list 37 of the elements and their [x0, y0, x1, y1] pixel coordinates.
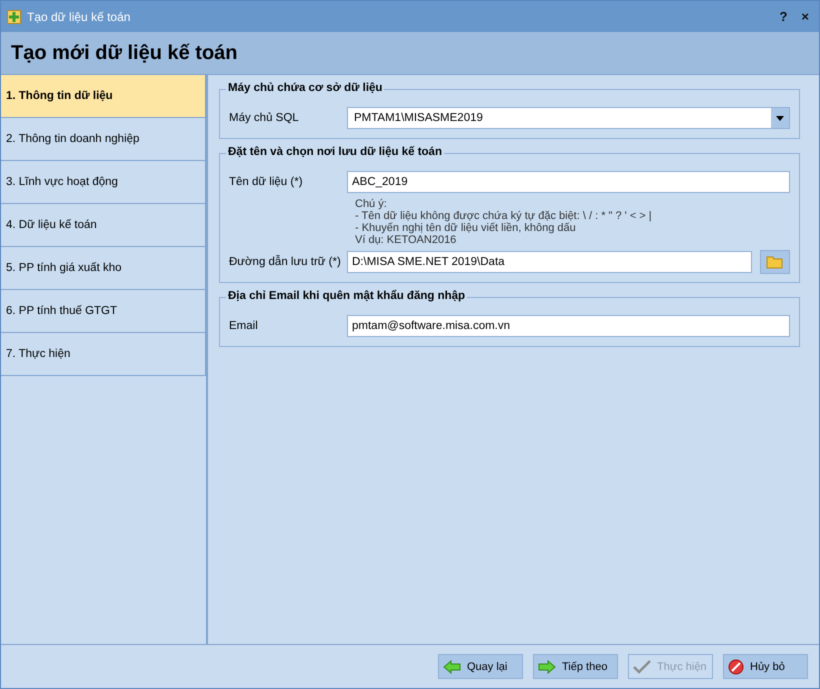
field-label: Email	[229, 320, 259, 332]
back-button[interactable]: Quay lại	[438, 654, 523, 679]
note-text: Chú ý:	[355, 198, 388, 210]
input-field[interactable]: ABC_2019	[347, 171, 790, 193]
input-field[interactable]: pmtam@software.misa.com.vn	[347, 315, 790, 337]
step-item[interactable]: 2. Thông tin doanh nghiệp	[1, 118, 206, 161]
checkmark-icon	[633, 660, 651, 674]
note-text: - Tên dữ liệu không được chứa ký tự đặc biệt: \ / : * " ? ' < > |	[355, 210, 653, 222]
dropdown-button[interactable]	[771, 108, 789, 128]
next-button[interactable]: Tiếp theo	[533, 654, 618, 679]
step-item[interactable]: 3. Lĩnh vực hoạt động	[1, 161, 206, 204]
arrow-right-icon	[538, 660, 556, 674]
step-item[interactable]: 5. PP tính giá xuất kho	[1, 247, 206, 290]
window-title: Tạo dữ liệu kế toán	[27, 10, 132, 24]
group-title: Máy chủ chứa cơ sở dữ liệu	[226, 82, 384, 94]
folder-icon	[766, 255, 784, 269]
sql-server-dropdown[interactable]: PMTAM1\MISASME2019	[347, 107, 790, 129]
cancel-button[interactable]: Hủy bỏ	[723, 654, 808, 679]
step-item[interactable]: 6. PP tính thuế GTGT	[1, 290, 206, 333]
step-item[interactable]: 1. Thông tin dữ liệu	[1, 75, 206, 118]
arrow-left-icon	[443, 660, 461, 674]
field-label: Đường dẫn lưu trữ (*)	[229, 256, 342, 268]
step-item[interactable]: 7. Thực hiện	[1, 333, 206, 376]
close-button[interactable]: ×	[797, 9, 813, 24]
add-icon	[7, 10, 21, 24]
field-label: Tên dữ liệu (*)	[229, 176, 304, 188]
group-title: Địa chỉ Email khi quên mật khẩu đăng nhập	[226, 290, 468, 302]
page-heading: Tạo mới dữ liệu kế toán	[11, 42, 238, 64]
cancel-icon	[728, 658, 744, 674]
note-text: - Khuyến nghị tên dữ liệu viết liền, không dấu	[355, 222, 577, 234]
note-text: Ví dụ: KETOAN2016	[355, 234, 458, 246]
group-title: Đặt tên và chọn nơi lưu dữ liệu kế toán	[226, 146, 444, 158]
step-item[interactable]: 4. Dữ liệu kế toán	[1, 204, 206, 247]
field-label: Máy chủ SQL	[229, 112, 300, 124]
help-button[interactable]: ?	[775, 9, 792, 24]
caret-icon	[776, 116, 784, 120]
input-field[interactable]: D:\MISA SME.NET 2019\Data	[347, 251, 752, 273]
